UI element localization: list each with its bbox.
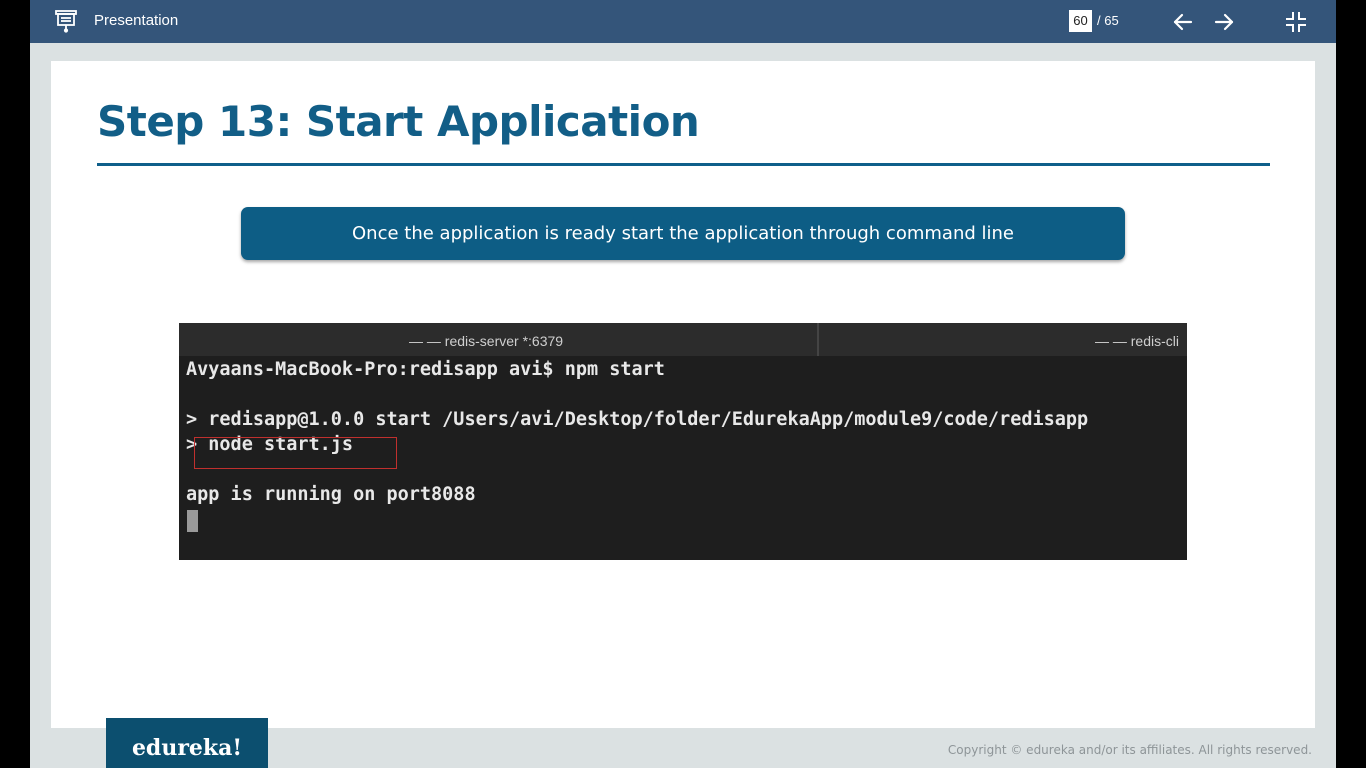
arrow-right-icon[interactable]: [1213, 11, 1235, 33]
terminal-cursor: [187, 510, 198, 532]
terminal-line: > redisapp@1.0.0 start /Users/avi/Deskto…: [186, 409, 1089, 430]
top-toolbar: Presentation 60 / 65: [30, 0, 1336, 43]
presentation-viewer: Presentation 60 / 65 Step 13: Start Appl…: [30, 0, 1336, 768]
terminal-tab-redis-cli: — — redis-cli: [1094, 333, 1179, 349]
page-total: / 65: [1097, 13, 1119, 28]
presentation-icon: [54, 9, 78, 33]
terminal-tab-bar: — — redis-server *:6379 — — redis-cli: [179, 323, 1187, 356]
terminal-line: Avyaans-MacBook-Pro:redisapp avi$ npm st…: [186, 359, 665, 380]
terminal-tab-redis-server: — — redis-server *:6379: [409, 333, 564, 349]
exit-fullscreen-icon[interactable]: [1285, 11, 1307, 33]
title-underline: [97, 163, 1270, 166]
app-title: Presentation: [94, 12, 179, 29]
edureka-logo: edureka!: [106, 718, 268, 768]
slide: Step 13: Start Application Once the appl…: [51, 61, 1315, 728]
instruction-callout: Once the application is ready start the …: [241, 207, 1125, 260]
terminal-line: app is running on port8088: [186, 484, 476, 505]
slide-title: Step 13: Start Application: [97, 97, 700, 146]
arrow-left-icon[interactable]: [1172, 11, 1194, 33]
terminal-screenshot: — — redis-server *:6379 — — redis-cli Av…: [179, 323, 1187, 560]
page-number-input[interactable]: 60: [1069, 10, 1092, 32]
highlight-box: [194, 437, 397, 469]
copyright-text: Copyright © edureka and/or its affiliate…: [947, 743, 1312, 757]
terminal-tab-divider: [817, 323, 819, 356]
